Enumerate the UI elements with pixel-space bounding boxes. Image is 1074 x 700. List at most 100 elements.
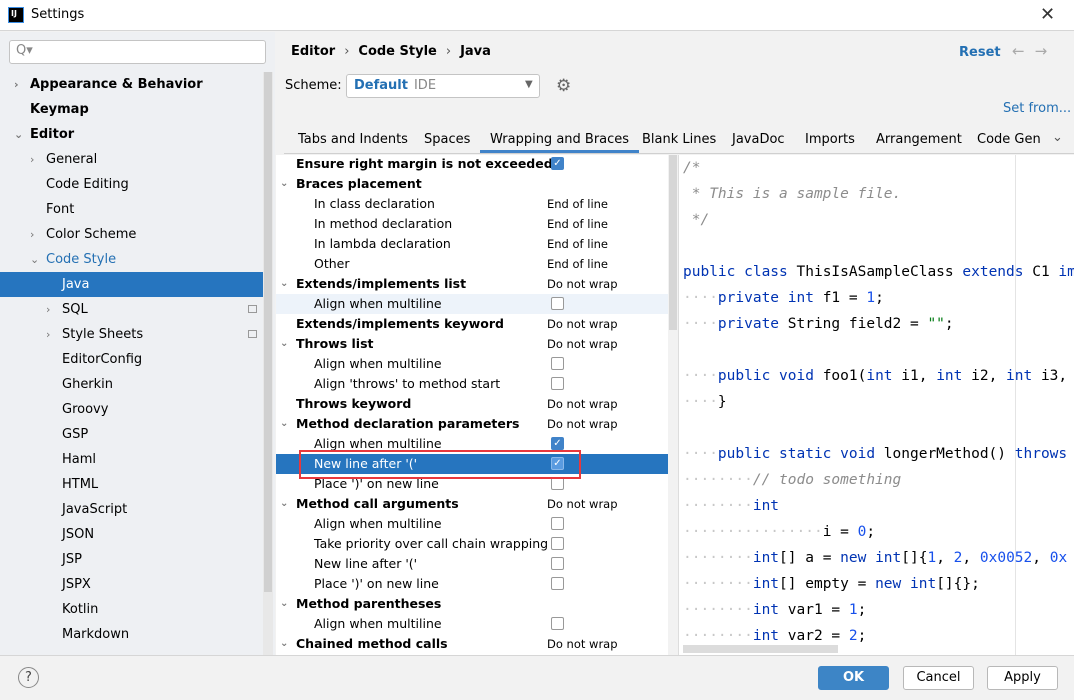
chevron-down-icon[interactable]: ⌄ <box>280 274 288 294</box>
sidebar-item-editor[interactable]: ⌄ Editor <box>0 122 263 147</box>
option-row[interactable]: Align when multiline <box>276 294 668 314</box>
set-from-link[interactable]: Set from... <box>1003 101 1071 116</box>
chevron-down-icon[interactable]: ⌄ <box>280 174 288 194</box>
option-row[interactable]: In class declaration End of line <box>276 194 668 214</box>
sidebar-item-groovy[interactable]: Groovy <box>0 397 263 422</box>
option-value-dropdown[interactable]: End of line <box>547 234 608 254</box>
option-row[interactable]: Align when multiline <box>276 354 668 374</box>
sidebar-item-gherkin[interactable]: Gherkin <box>0 372 263 397</box>
sidebar-item-java[interactable]: Java <box>0 272 263 297</box>
option-row[interactable]: In lambda declaration End of line <box>276 234 668 254</box>
tab-imports[interactable]: Imports <box>805 132 855 147</box>
option-row[interactable]: In method declaration End of line <box>276 214 668 234</box>
tab-javadoc[interactable]: JavaDoc <box>732 132 785 147</box>
sidebar-item-javascript[interactable]: JavaScript <box>0 497 263 522</box>
chevron-right-icon[interactable]: › <box>14 72 19 97</box>
option-checkbox[interactable] <box>551 357 564 370</box>
cancel-button[interactable]: Cancel <box>903 666 974 690</box>
option-value-dropdown[interactable]: End of line <box>547 214 608 234</box>
tab-tabs-and-indents[interactable]: Tabs and Indents <box>298 132 408 147</box>
sidebar-item-font[interactable]: Font <box>0 197 263 222</box>
chevron-right-icon[interactable]: › <box>46 322 50 347</box>
option-value-dropdown[interactable]: Do not wrap <box>547 334 618 354</box>
sidebar-item-code-style[interactable]: ⌄ Code Style <box>0 247 263 272</box>
tab-arrangement[interactable]: Arrangement <box>876 132 962 147</box>
option-checkbox[interactable] <box>551 297 564 310</box>
sidebar-item-json[interactable]: JSON <box>0 522 263 547</box>
sidebar-item-code-editing[interactable]: Code Editing <box>0 172 263 197</box>
chevron-down-icon[interactable]: ⌄ <box>280 594 288 614</box>
option-value-dropdown[interactable]: Do not wrap <box>547 494 618 514</box>
sidebar-item-color-scheme[interactable]: › Color Scheme <box>0 222 263 247</box>
tab-spaces[interactable]: Spaces <box>424 132 470 147</box>
option-row[interactable]: Place ')' on new line <box>276 574 668 594</box>
option-checkbox[interactable] <box>551 377 564 390</box>
option-checkbox[interactable] <box>551 517 564 530</box>
search-input[interactable]: Q▾ <box>9 40 266 64</box>
tabs-overflow-chevron-icon[interactable]: ⌄ <box>1052 130 1063 145</box>
chevron-down-icon[interactable]: ⌄ <box>280 334 288 354</box>
options-scrollbar-thumb[interactable] <box>669 155 677 330</box>
option-row[interactable]: Other End of line <box>276 254 668 274</box>
tab-code-gen[interactable]: Code Gen <box>977 132 1041 147</box>
option-row[interactable]: Align when multiline <box>276 614 668 634</box>
forward-arrow-icon[interactable]: → <box>1035 42 1058 60</box>
chevron-down-icon[interactable]: ⌄ <box>280 634 288 654</box>
option-row[interactable]: ⌄ Method parentheses <box>276 594 668 614</box>
sidebar-item-jspx[interactable]: JSPX <box>0 572 263 597</box>
reset-link[interactable]: Reset <box>959 45 1001 60</box>
option-row[interactable]: ⌄ Extends/implements list Do not wrap <box>276 274 668 294</box>
sidebar-scrollbar-thumb[interactable] <box>264 72 272 592</box>
chevron-down-icon[interactable]: ⌄ <box>280 494 288 514</box>
option-row[interactable]: Throws keyword Do not wrap <box>276 394 668 414</box>
sidebar-item-sql[interactable]: › SQL <box>0 297 263 322</box>
option-row[interactable]: Extends/implements keyword Do not wrap <box>276 314 668 334</box>
option-row[interactable]: ⌄ Chained method calls Do not wrap <box>276 634 668 654</box>
apply-button[interactable]: Apply <box>987 666 1058 690</box>
chevron-down-icon[interactable]: ⌄ <box>280 414 288 434</box>
option-value-dropdown[interactable]: Do not wrap <box>547 414 618 434</box>
option-row[interactable]: Align 'throws' to method start <box>276 374 668 394</box>
option-checkbox[interactable]: ✓ <box>551 437 564 450</box>
option-row[interactable]: ⌄ Method call arguments Do not wrap <box>276 494 668 514</box>
sidebar-item-kotlin[interactable]: Kotlin <box>0 597 263 622</box>
option-row[interactable]: New line after '(' <box>276 554 668 574</box>
sidebar-item-html[interactable]: HTML <box>0 472 263 497</box>
chevron-right-icon[interactable]: › <box>30 222 34 247</box>
chevron-right-icon[interactable]: › <box>30 147 34 172</box>
option-value-dropdown[interactable]: Do not wrap <box>547 394 618 414</box>
option-checkbox[interactable] <box>551 537 564 550</box>
ok-button[interactable]: OK <box>818 666 889 690</box>
sidebar-item-editorconfig[interactable]: EditorConfig <box>0 347 263 372</box>
option-value-dropdown[interactable]: End of line <box>547 194 608 214</box>
option-checkbox[interactable]: ✓ <box>551 157 564 170</box>
option-value-dropdown[interactable]: Do not wrap <box>547 314 618 334</box>
help-button[interactable]: ? <box>18 667 39 688</box>
option-checkbox[interactable] <box>551 617 564 630</box>
sidebar-item-markdown[interactable]: Markdown <box>0 622 263 647</box>
chevron-down-icon[interactable]: ⌄ <box>30 247 39 272</box>
option-row[interactable]: Align when multiline <box>276 514 668 534</box>
scheme-dropdown[interactable]: Default IDE ▼ <box>346 74 540 98</box>
gear-icon[interactable]: ⚙ <box>556 76 571 96</box>
sidebar-item-gsp[interactable]: GSP <box>0 422 263 447</box>
option-checkbox[interactable] <box>551 557 564 570</box>
sidebar-item-jsp[interactable]: JSP <box>0 547 263 572</box>
sidebar-item-style-sheets[interactable]: › Style Sheets <box>0 322 263 347</box>
option-checkbox[interactable] <box>551 577 564 590</box>
option-row[interactable]: ⌄ Method declaration parameters Do not wra… <box>276 414 668 434</box>
chevron-right-icon[interactable]: › <box>46 297 50 322</box>
option-row[interactable]: Ensure right margin is not exceeded ✓ <box>276 155 668 174</box>
back-arrow-icon[interactable]: ← <box>1012 42 1035 60</box>
sidebar-item-keymap[interactable]: Keymap <box>0 97 263 122</box>
option-row[interactable]: ⌄ Throws list Do not wrap <box>276 334 668 354</box>
option-row[interactable]: ⌄ Braces placement <box>276 174 668 194</box>
sidebar-item-appearance-behavior[interactable]: › Appearance & Behavior <box>0 72 263 97</box>
option-value-dropdown[interactable]: End of line <box>547 254 608 274</box>
close-icon[interactable]: ✕ <box>1040 4 1055 25</box>
option-row[interactable]: Take priority over call chain wrapping <box>276 534 668 554</box>
chevron-down-icon[interactable]: ⌄ <box>14 122 23 147</box>
option-value-dropdown[interactable]: Do not wrap <box>547 274 618 294</box>
sidebar-item-haml[interactable]: Haml <box>0 447 263 472</box>
tab-wrapping-and-braces[interactable]: Wrapping and Braces <box>480 132 640 153</box>
